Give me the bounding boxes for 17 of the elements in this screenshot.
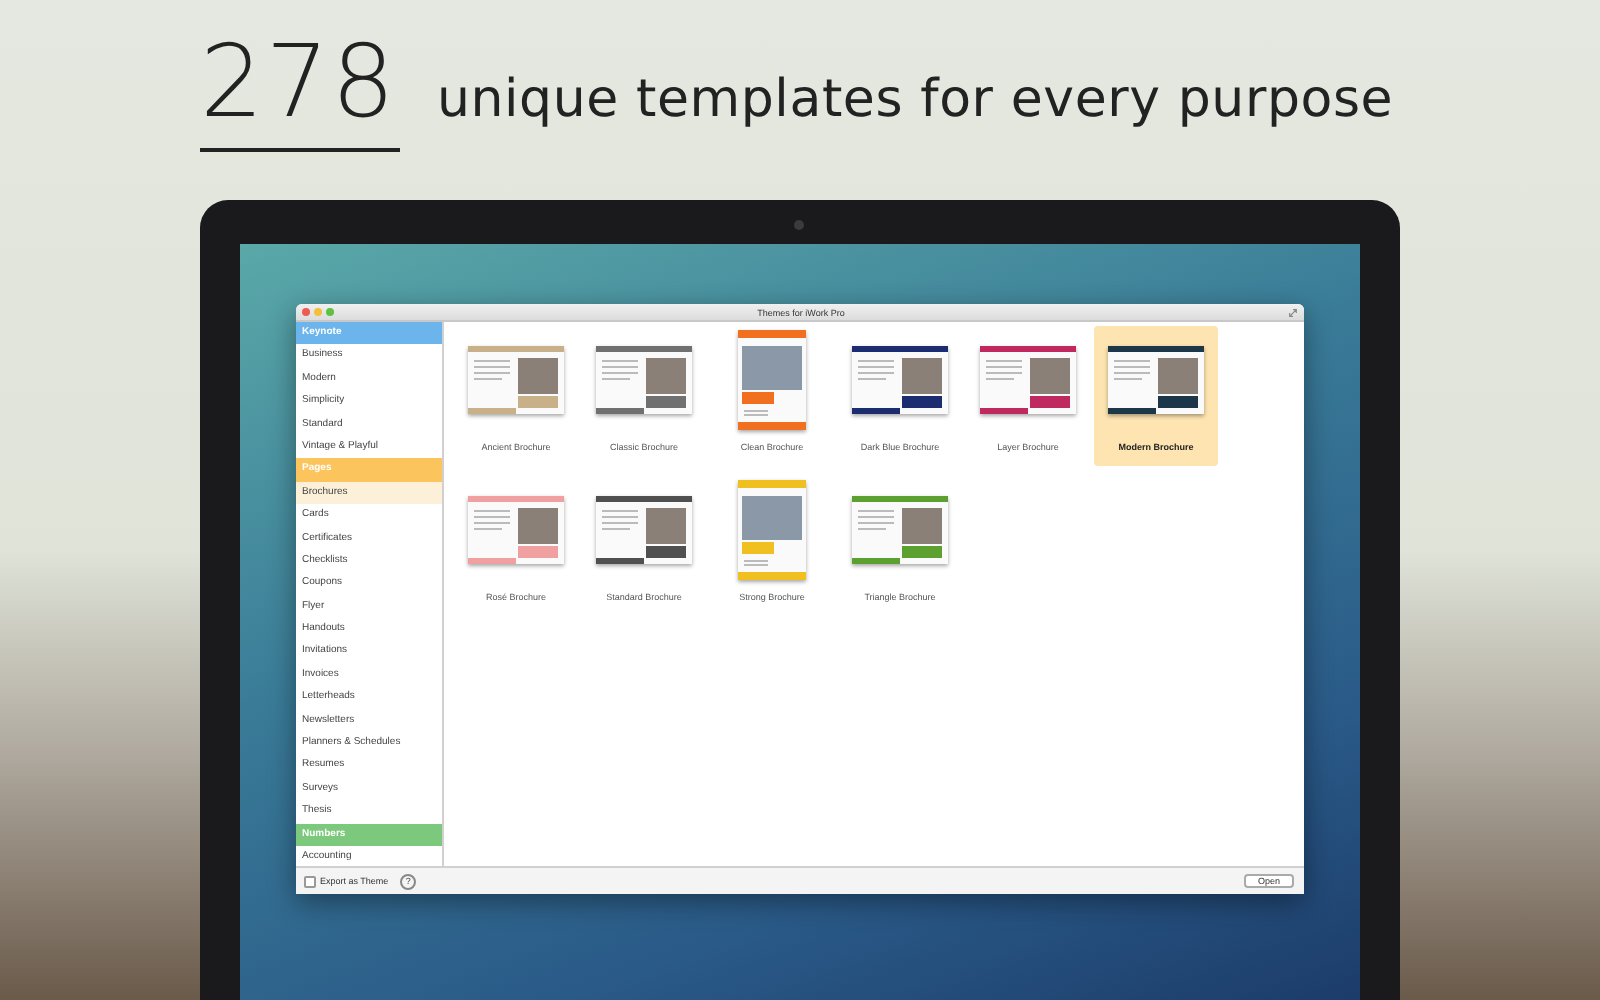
headline-text: unique templates for every purpose [436, 70, 1394, 130]
brochure-thumbnail-drawing [738, 330, 806, 430]
brochure-thumbnail-drawing [468, 496, 564, 564]
checkbox[interactable] [304, 875, 316, 887]
brochure-thumbnail-drawing [852, 496, 948, 564]
brochure-thumbnail-drawing [738, 480, 806, 580]
close-icon[interactable] [302, 308, 310, 316]
zoom-icon[interactable] [326, 308, 334, 316]
brochure-thumbnail-drawing [468, 346, 564, 414]
brochure-thumbnail-drawing [596, 496, 692, 564]
fullscreen-icon[interactable] [1288, 307, 1298, 317]
brochure-thumbnail-drawing [980, 346, 1076, 414]
template-count: 278 [200, 24, 401, 152]
camera-icon [794, 220, 804, 230]
brochure-thumbnail-drawing [596, 346, 692, 414]
brochure-thumbnail-drawing [1108, 346, 1204, 414]
brochure-thumbnail-drawing [852, 346, 948, 414]
